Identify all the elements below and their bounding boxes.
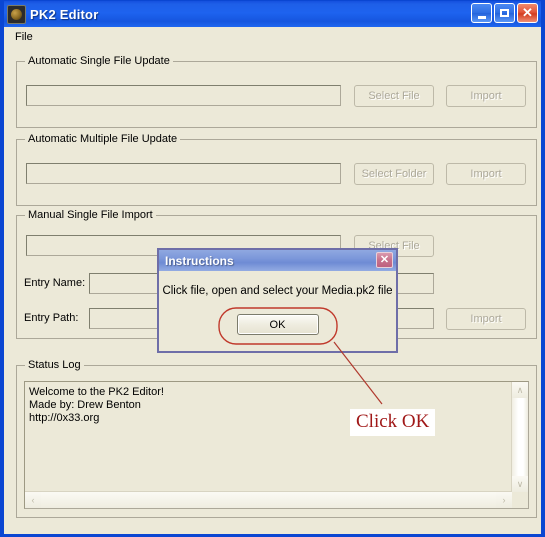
window-titlebar: PK2 Editor ✕ <box>4 0 541 27</box>
auto-single-select-file-button[interactable]: Select File <box>354 85 434 107</box>
auto-multiple-import-button[interactable]: Import <box>446 163 526 185</box>
group-title-status-log: Status Log <box>25 359 84 371</box>
scroll-left-icon[interactable]: ‹ <box>25 492 41 508</box>
menubar: File <box>4 27 541 47</box>
pk2-editor-window: PK2 Editor ✕ File Automatic Single File … <box>0 0 545 537</box>
auto-multiple-select-folder-button[interactable]: Select Folder <box>354 163 434 185</box>
dialog-message: Click file, open and select your Media.p… <box>162 285 393 297</box>
click-ok-callout-label: Click OK <box>350 409 436 436</box>
menu-item-file[interactable]: File <box>10 30 38 44</box>
status-log-text: Welcome to the PK2 Editor! Made by: Drew… <box>29 386 164 424</box>
group-title-automatic-single: Automatic Single File Update <box>25 55 173 67</box>
minimize-button[interactable] <box>471 3 492 23</box>
maximize-button[interactable] <box>494 3 515 23</box>
scroll-up-icon[interactable]: ∧ <box>512 382 528 398</box>
dialog-close-button[interactable]: ✕ <box>376 252 393 268</box>
scroll-right-icon[interactable]: › <box>496 492 512 508</box>
app-icon <box>7 4 26 24</box>
status-log-horizontal-scrollbar[interactable]: ‹ › <box>25 491 512 508</box>
app-icon-emblem <box>11 8 22 20</box>
dialog-titlebar: Instructions ✕ <box>159 250 396 271</box>
client-area: Automatic Single File Update Select File… <box>4 47 541 534</box>
dialog-ok-button[interactable]: OK <box>236 314 319 335</box>
scroll-down-icon[interactable]: ∨ <box>512 476 528 492</box>
status-log-vertical-scrollbar[interactable]: ∧ ∨ <box>511 382 528 492</box>
entry-path-label: Entry Path: <box>24 312 79 324</box>
manual-single-import-button[interactable]: Import <box>446 308 526 330</box>
window-title: PK2 Editor <box>30 6 99 22</box>
window-controls: ✕ <box>471 3 538 23</box>
vscroll-track[interactable] <box>512 398 528 476</box>
dialog-body: Click file, open and select your Media.p… <box>159 271 396 351</box>
group-title-manual-single: Manual Single File Import <box>25 209 156 221</box>
group-title-automatic-multiple: Automatic Multiple File Update <box>25 133 181 145</box>
dialog-close-icon: ✕ <box>379 253 390 266</box>
status-log-textarea[interactable]: Welcome to the PK2 Editor! Made by: Drew… <box>24 381 529 509</box>
dialog-title: Instructions <box>165 253 234 268</box>
scrollbar-corner <box>512 492 528 508</box>
instructions-dialog: Instructions ✕ Click file, open and sele… <box>157 248 398 353</box>
close-icon: ✕ <box>522 5 533 20</box>
screenshot-root: PK2 Editor ✕ File Automatic Single File … <box>0 0 545 537</box>
entry-name-label: Entry Name: <box>24 277 86 289</box>
auto-single-import-button[interactable]: Import <box>446 85 526 107</box>
auto-multiple-path-input[interactable] <box>26 163 341 184</box>
auto-single-path-input[interactable] <box>26 85 341 106</box>
close-button[interactable]: ✕ <box>517 3 538 23</box>
